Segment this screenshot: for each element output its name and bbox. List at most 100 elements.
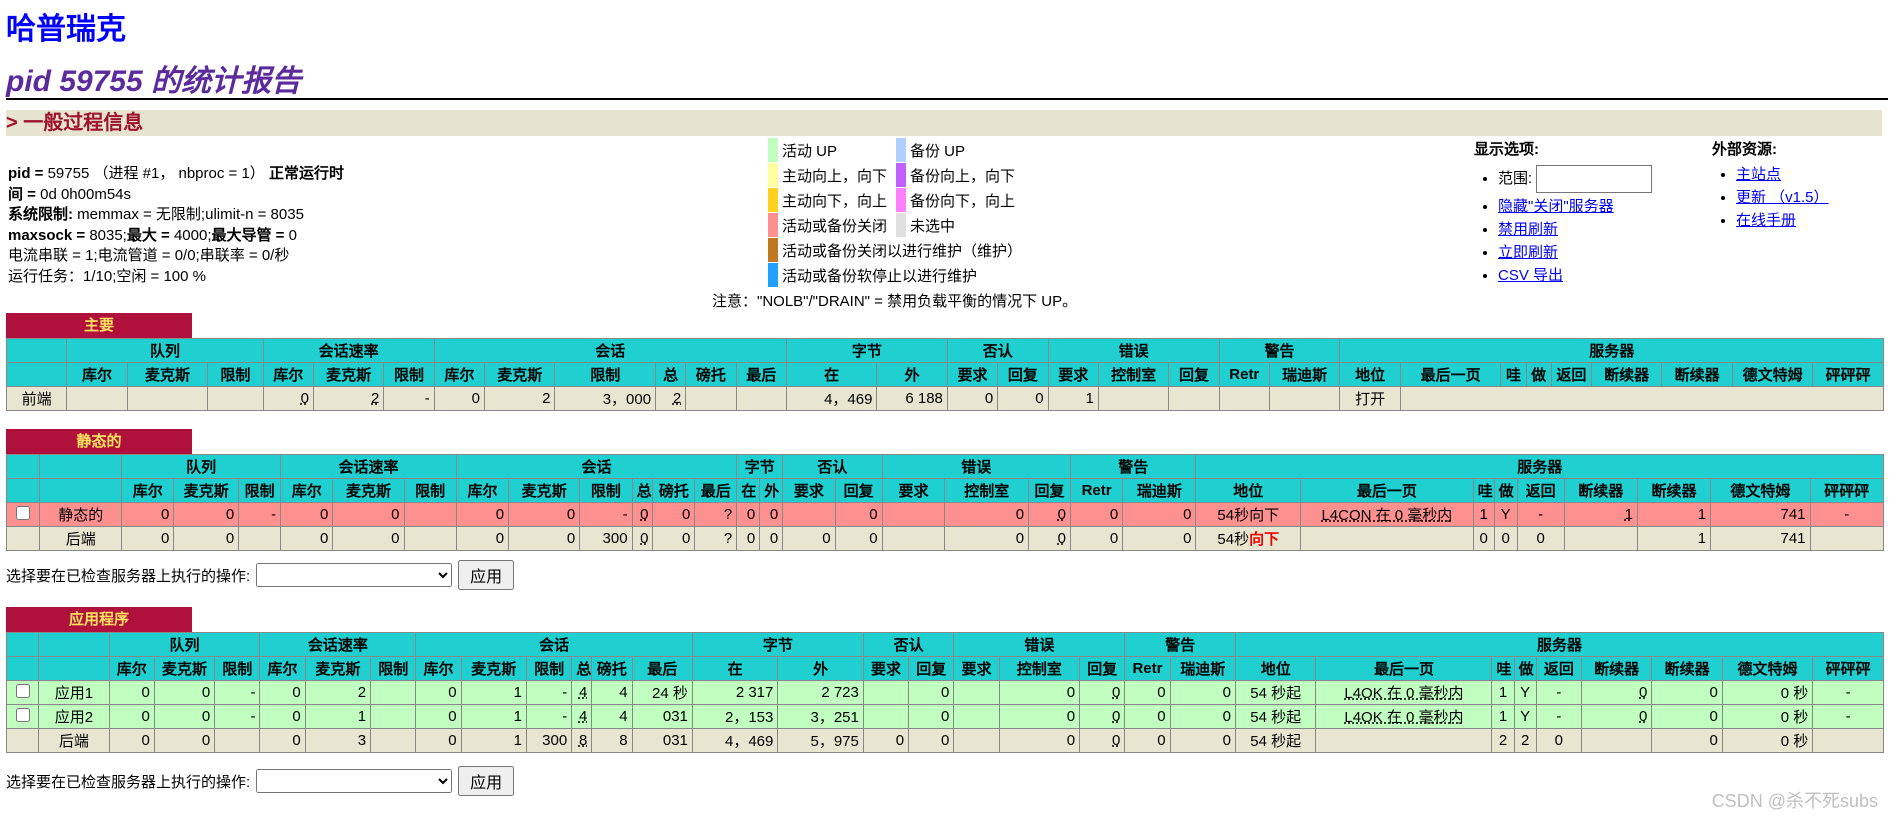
col-header: 地位 bbox=[1234, 656, 1317, 681]
scope-input[interactable] bbox=[1536, 165, 1653, 193]
cell: 0 bbox=[1535, 728, 1582, 753]
external-resources: 外部资源: 主站点 更新 （v1.5） 在线手册 bbox=[1712, 138, 1829, 234]
cell: 0 bbox=[759, 502, 784, 527]
group-header: 会话 bbox=[415, 632, 693, 657]
legend-swatch bbox=[768, 163, 778, 187]
cell: 0 bbox=[108, 680, 155, 705]
legend-item: 主动向上，向下 bbox=[768, 163, 887, 187]
row-name: 静态的 bbox=[39, 502, 123, 527]
col-header: 库尔 bbox=[262, 362, 314, 387]
col-header: 外 bbox=[876, 362, 948, 387]
legend-item: 备份向上，向下 bbox=[896, 163, 1015, 187]
table-row-frontend: 前端 0 2 - 0 2 3，000 2 4，469 6 188 0 0 1 打… bbox=[5, 386, 1885, 411]
action-select[interactable] bbox=[256, 769, 453, 793]
cell: 0 bbox=[998, 680, 1081, 705]
col-header: 麦克斯 bbox=[332, 478, 405, 503]
col-header: 回复 bbox=[1168, 362, 1220, 387]
cell: 4 bbox=[591, 680, 633, 705]
cell: 4 bbox=[591, 704, 633, 729]
display-options: 显示选项: 范围: 隐藏"关闭"服务器 禁用刷新 立即刷新 CSV 导出 bbox=[1474, 138, 1653, 289]
cell: 1 bbox=[1491, 704, 1515, 729]
cell: 0 bbox=[121, 526, 175, 551]
cell bbox=[370, 728, 417, 753]
cell: 0 bbox=[1122, 502, 1197, 527]
cell: 1 bbox=[1636, 526, 1712, 551]
cell: 0 bbox=[173, 502, 240, 527]
col-header: 磅托 bbox=[652, 478, 696, 503]
cell bbox=[862, 680, 910, 705]
cell bbox=[1812, 728, 1884, 753]
cell: 0 bbox=[259, 680, 306, 705]
proxy-label-app: 应用程序 bbox=[6, 607, 192, 632]
cell: 0 bbox=[908, 680, 955, 705]
col-header: 总 bbox=[655, 362, 687, 387]
col-header: 麦克斯 bbox=[312, 362, 385, 387]
cell: - bbox=[1812, 680, 1884, 705]
hide-down-servers-link[interactable]: 隐藏"关闭"服务器 bbox=[1498, 198, 1614, 215]
group-header: 队列 bbox=[121, 454, 282, 479]
last-check-cell bbox=[1315, 728, 1493, 753]
cell: 0 bbox=[862, 728, 910, 753]
cell: 0 bbox=[455, 502, 510, 527]
col-header: 最后 bbox=[631, 656, 693, 681]
group-header: 字节 bbox=[785, 338, 948, 363]
col-header: 限制 bbox=[554, 362, 657, 387]
col-header: 在 bbox=[736, 478, 761, 503]
col-header: 外 bbox=[777, 656, 864, 681]
action-select[interactable] bbox=[256, 563, 453, 587]
cell: 0 bbox=[1651, 704, 1723, 729]
row-name: 后端 bbox=[38, 728, 110, 753]
group-header: 错误 bbox=[953, 632, 1126, 657]
scope-item: 范围: bbox=[1498, 165, 1653, 193]
cell: 2 bbox=[1491, 728, 1515, 753]
refresh-now-link[interactable]: 立即刷新 bbox=[1498, 244, 1558, 261]
process-info: pid = 59755 （进程 #1， nbproc = 1） 正常运行时间 =… bbox=[8, 164, 353, 287]
cell: 741 bbox=[1710, 502, 1811, 527]
online-manual-link[interactable]: 在线手册 bbox=[1736, 212, 1796, 229]
cell: 0 bbox=[1493, 526, 1518, 551]
cell: 0 bbox=[433, 386, 486, 411]
cell: 2 bbox=[483, 386, 556, 411]
col-header: 最后 bbox=[694, 478, 738, 503]
server-checkbox-cell bbox=[5, 680, 40, 705]
proxy-label-static: 静态的 bbox=[6, 429, 192, 454]
legend-swatch bbox=[896, 163, 906, 187]
primary-site-link[interactable]: 主站点 bbox=[1736, 166, 1781, 183]
legend-note: 注意："NOLB"/"DRAIN" = 禁用负载平衡的情况下 UP。 bbox=[712, 293, 1078, 310]
current-conns: 电流串联 = 1;电流管道 = 0/0;串联率 = 0/秒 bbox=[8, 247, 290, 264]
cell: 0 bbox=[259, 728, 306, 753]
cell: - bbox=[525, 680, 573, 705]
col-header: 断续器 bbox=[1636, 478, 1712, 503]
cell: 0 bbox=[834, 502, 883, 527]
col-header: 限制 bbox=[214, 656, 261, 681]
action-bar-app: 选择要在已检查服务器上执行的操作: 应用 bbox=[6, 766, 515, 796]
col-header: 麦克斯 bbox=[304, 656, 372, 681]
legend-label: 主动向上，向下 bbox=[782, 167, 888, 185]
apply-button[interactable]: 应用 bbox=[458, 560, 515, 590]
cell bbox=[5, 728, 40, 753]
col-header: 返回 bbox=[1535, 656, 1582, 681]
legend-swatch bbox=[896, 213, 906, 237]
action-label: 选择要在已检查服务器上执行的操作: bbox=[6, 773, 251, 791]
cell: - bbox=[579, 502, 633, 527]
csv-export-link[interactable]: CSV 导出 bbox=[1498, 267, 1563, 284]
col-header: 库尔 bbox=[108, 656, 155, 681]
col-header: 库尔 bbox=[259, 656, 306, 681]
server-checkbox-cell bbox=[5, 502, 41, 527]
cell bbox=[1218, 386, 1270, 411]
cell: 0 bbox=[759, 526, 784, 551]
disable-refresh-link[interactable]: 禁用刷新 bbox=[1498, 221, 1558, 238]
cell bbox=[881, 526, 946, 551]
cell: 0 bbox=[1124, 728, 1171, 753]
cell: 0 bbox=[736, 502, 761, 527]
apply-button[interactable]: 应用 bbox=[458, 766, 515, 796]
server-checkbox[interactable] bbox=[16, 505, 31, 520]
col-header: 回复 bbox=[834, 478, 883, 503]
updates-link[interactable]: 更新 （v1.5） bbox=[1736, 189, 1829, 206]
col-header: 要求 bbox=[782, 478, 836, 503]
table-row-server: 静态的 0 0 - 0 0 0 0 - 0 0 ? 0 0 0 0 0 0 0 … bbox=[5, 502, 1885, 527]
stats-table-static: 队列 会话速率 会话 字节 否认 错误 警告 服务器 库尔 麦克斯 限制 库尔 … bbox=[5, 454, 1885, 551]
server-checkbox[interactable] bbox=[15, 683, 30, 698]
pid-label: pid = bbox=[8, 165, 44, 182]
server-checkbox[interactable] bbox=[15, 707, 30, 722]
